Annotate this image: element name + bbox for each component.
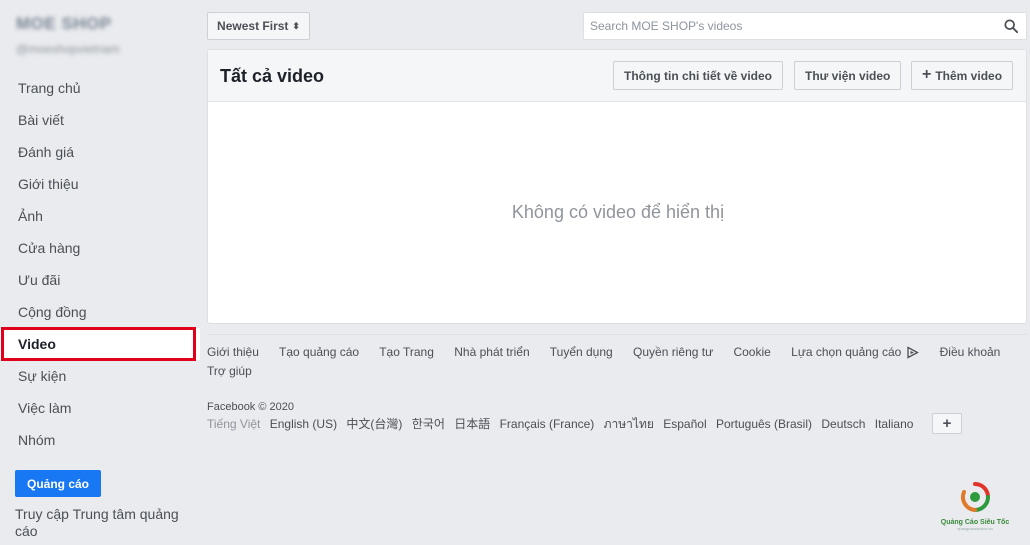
copyright: Facebook © 2020 bbox=[207, 401, 294, 413]
footer-link-about[interactable]: Giới thiệu bbox=[207, 345, 259, 359]
video-library-label: Thư viện video bbox=[805, 68, 891, 83]
sort-label: Newest First bbox=[217, 19, 289, 33]
footer-link-help[interactable]: Trợ giúp bbox=[207, 364, 252, 378]
sidebar-item-offers[interactable]: Ưu đãi bbox=[0, 264, 200, 296]
more-languages-button[interactable]: + bbox=[932, 413, 962, 434]
plus-icon: + bbox=[942, 415, 952, 432]
language-option[interactable]: Deutsch bbox=[821, 417, 865, 431]
sidebar-item-events[interactable]: Sự kiện bbox=[0, 360, 200, 392]
add-video-button[interactable]: + Thêm video bbox=[911, 61, 1014, 90]
footer-link-create-page[interactable]: Tạo Trang bbox=[379, 345, 434, 359]
sidebar-item-reviews[interactable]: Đánh giá bbox=[0, 136, 200, 168]
video-insights-label: Thông tin chi tiết về video bbox=[624, 68, 773, 83]
language-option[interactable]: Italiano bbox=[875, 417, 914, 431]
video-library-button[interactable]: Thư viện video bbox=[794, 61, 902, 90]
footer-divider bbox=[207, 334, 1027, 335]
sidebar-item-photos[interactable]: Ảnh bbox=[0, 200, 200, 232]
language-list: Tiếng Việt English (US) 中文(台灣) 한국어 日本語 F… bbox=[207, 416, 919, 432]
page-title: Tất cả video bbox=[220, 66, 325, 86]
page-handle[interactable]: @moeshopvietnam bbox=[16, 42, 120, 56]
add-video-label: Thêm video bbox=[935, 68, 1003, 83]
sidebar-item-posts[interactable]: Bài viết bbox=[0, 104, 200, 136]
language-option[interactable]: ภาษาไทย bbox=[604, 417, 654, 431]
search-input[interactable] bbox=[584, 13, 984, 39]
video-insights-button[interactable]: Thông tin chi tiết về video bbox=[613, 61, 784, 90]
sidebar-item-shop[interactable]: Cửa hàng bbox=[0, 232, 200, 264]
footer-link-developers[interactable]: Nhà phát triển bbox=[454, 345, 529, 359]
left-sidebar: MOE SHOP @moeshopvietnam Trang chủ Bài v… bbox=[0, 0, 200, 545]
page-name[interactable]: MOE SHOP bbox=[16, 14, 112, 34]
ad-center-link[interactable]: Truy cập Trung tâm quảng cáo bbox=[15, 506, 195, 540]
watermark-text: Quảng Cáo Siêu Tốc bbox=[940, 519, 1010, 526]
plus-icon: + bbox=[922, 65, 932, 83]
sidebar-nav: Trang chủ Bài viết Đánh giá Giới thiệu Ả… bbox=[0, 72, 200, 456]
language-option[interactable]: 日本語 bbox=[454, 417, 490, 431]
language-option[interactable]: Português (Brasil) bbox=[716, 417, 812, 431]
language-option[interactable]: Français (France) bbox=[500, 417, 595, 431]
language-option[interactable]: Español bbox=[663, 417, 706, 431]
sidebar-item-home[interactable]: Trang chủ bbox=[0, 72, 200, 104]
footer-link-create-ad[interactable]: Tạo quảng cáo bbox=[279, 345, 359, 359]
language-option[interactable]: 中文(台灣) bbox=[346, 417, 402, 431]
footer-link-ad-choices[interactable]: Lựa chọn quảng cáo bbox=[791, 345, 901, 359]
footer-links: Giới thiệu Tạo quảng cáo Tạo Trang Nhà p… bbox=[207, 343, 1027, 381]
watermark-subtext: quangcaosieutoc.vn bbox=[957, 526, 993, 531]
footer-link-cookies[interactable]: Cookie bbox=[733, 345, 770, 359]
footer-link-terms[interactable]: Điều khoản bbox=[940, 345, 1001, 359]
sidebar-item-about[interactable]: Giới thiệu bbox=[0, 168, 200, 200]
sort-dropdown[interactable]: Newest First ⬍ bbox=[207, 12, 310, 40]
sort-caret-icon: ⬍ bbox=[292, 20, 300, 31]
ad-choices-icon[interactable] bbox=[906, 346, 920, 359]
sidebar-item-jobs[interactable]: Việc làm bbox=[0, 392, 200, 424]
empty-state-message: Không có video để hiển thị bbox=[511, 202, 725, 222]
sidebar-item-videos[interactable]: Video bbox=[0, 327, 200, 361]
footer-link-careers[interactable]: Tuyển dụng bbox=[550, 345, 613, 359]
videos-card: Tất cả video Thông tin chi tiết về video… bbox=[207, 49, 1027, 324]
video-search bbox=[583, 12, 1027, 40]
videos-card-header: Tất cả video Thông tin chi tiết về video… bbox=[208, 50, 1026, 102]
search-icon[interactable] bbox=[1004, 19, 1018, 33]
promote-button[interactable]: Quảng cáo bbox=[15, 470, 101, 497]
language-current: Tiếng Việt bbox=[207, 417, 261, 431]
language-option[interactable]: 한국어 bbox=[412, 417, 445, 431]
footer-link-privacy[interactable]: Quyền riêng tư bbox=[633, 345, 713, 359]
sidebar-item-groups[interactable]: Nhóm bbox=[0, 424, 200, 456]
sidebar-item-community[interactable]: Cộng đồng bbox=[0, 296, 200, 328]
language-option[interactable]: English (US) bbox=[270, 417, 337, 431]
watermark-logo: Quảng Cáo Siêu Tốc quangcaosieutoc.vn bbox=[930, 480, 1020, 540]
watermark-swirl-icon bbox=[960, 482, 990, 512]
